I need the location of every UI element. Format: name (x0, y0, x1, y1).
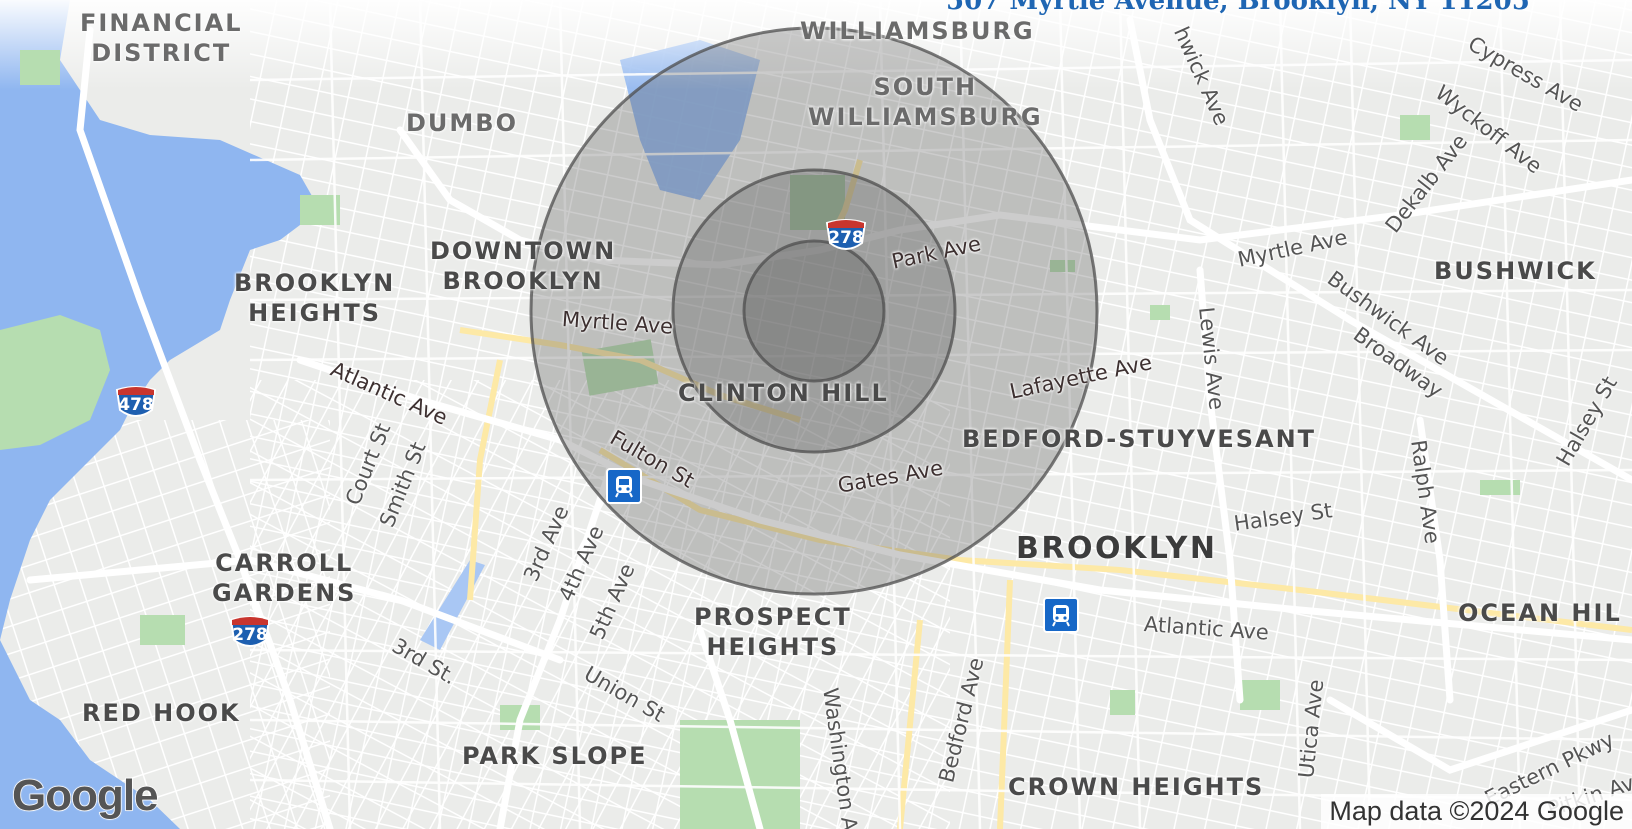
neighborhood-red-hook: RED HOOK (82, 699, 241, 727)
neighborhood-dumbo: DUMBO (406, 109, 518, 137)
train-icon[interactable] (1043, 597, 1079, 633)
neighborhood-clinton-hill: CLINTON HILL (678, 379, 889, 407)
neighborhood-bedford-stuyvesant: BEDFORD-STUYVESANT (962, 425, 1317, 453)
address-label: 507 Myrtle Avenue, Brooklyn, NY 11205 (946, 0, 1530, 16)
interstate-278-shield-icon: 278 (824, 217, 868, 255)
neighborhood-south-williamsburg: SOUTH WILLIAMSBURG (808, 73, 1043, 131)
neighborhood-williamsburg: WILLIAMSBURG (800, 17, 1035, 45)
neighborhood-carroll-gardens: CARROLL GARDENS (212, 549, 357, 607)
interstate-278-shield-icon: 278 (228, 614, 272, 652)
train-icon[interactable] (606, 468, 642, 504)
neighborhood-brooklyn: BROOKLYN (1016, 531, 1218, 566)
neighborhood-downtown-brooklyn: DOWNTOWN BROOKLYN (430, 237, 617, 295)
neighborhood-crown-heights: CROWN HEIGHTS (1008, 773, 1265, 801)
neighborhood-financial-district: FINANCIAL DISTRICT (80, 9, 243, 67)
google-logo: Google (11, 770, 159, 821)
interstate-478-shield-icon: 478 (114, 384, 158, 422)
neighborhood-prospect-heights: PROSPECT HEIGHTS (694, 603, 852, 661)
neighborhood-bushwick: BUSHWICK (1434, 257, 1597, 285)
map-attribution[interactable]: Map data ©2024 Google (1321, 794, 1632, 829)
neighborhood-park-slope: PARK SLOPE (462, 742, 648, 770)
radius-ring-3 (742, 239, 886, 383)
neighborhood-ocean-hill: OCEAN HIL (1458, 599, 1622, 627)
map-canvas[interactable]: 507 Myrtle Avenue, Brooklyn, NY 11205 FI… (0, 0, 1632, 829)
neighborhood-brooklyn-heights: BROOKLYN HEIGHTS (234, 269, 396, 327)
